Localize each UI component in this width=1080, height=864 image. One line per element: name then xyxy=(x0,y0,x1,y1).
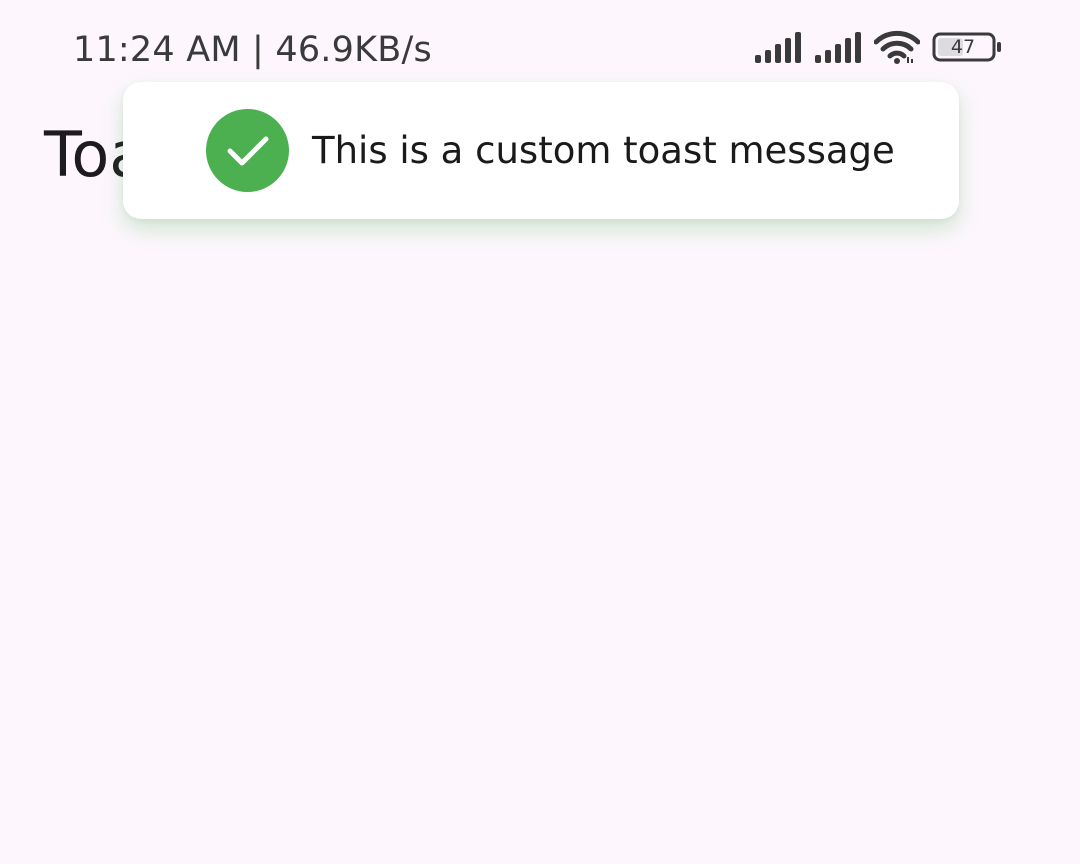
status-time: 11:24 AM | 46.9KB/s xyxy=(73,30,432,70)
wifi-icon xyxy=(874,30,920,64)
check-circle-icon xyxy=(206,109,289,192)
battery-level: 47 xyxy=(950,36,976,58)
toast-notification[interactable]: This is a custom toast message xyxy=(123,82,959,219)
status-icons: 47 xyxy=(754,30,1002,64)
signal-icon xyxy=(814,31,862,63)
signal-icon xyxy=(754,31,802,63)
battery-icon: 47 xyxy=(932,32,1002,62)
toast-message: This is a custom toast message xyxy=(312,129,895,172)
